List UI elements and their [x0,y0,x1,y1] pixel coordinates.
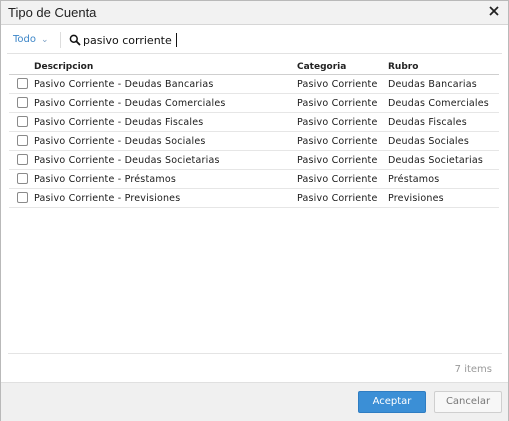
table-row[interactable]: Pasivo Corriente - Deudas Societarias Pa… [9,151,499,170]
cell-rubro: Previsiones [388,193,444,204]
table-row[interactable]: Pasivo Corriente - Deudas Comerciales Pa… [9,94,499,113]
cell-rubro: Préstamos [388,174,440,185]
cell-description: Pasivo Corriente - Deudas Comerciales [34,98,226,109]
cell-description: Pasivo Corriente - Deudas Sociales [34,136,206,147]
cell-rubro: Deudas Societarias [388,155,484,166]
cell-description: Pasivo Corriente - Deudas Bancarias [34,79,214,90]
dialog-actions: Aceptar Cancelar [1,382,508,421]
results-table: Descripcion Categoria Rubro Pasivo Corri… [9,61,499,208]
accept-button[interactable]: Aceptar [358,391,426,413]
search-input[interactable] [83,31,493,49]
table-row[interactable]: Pasivo Corriente - Deudas Bancarias Pasi… [9,75,499,94]
row-checkbox[interactable] [17,78,28,89]
row-checkbox[interactable] [17,97,28,108]
cancel-button[interactable]: Cancelar [434,391,502,413]
row-checkbox[interactable] [17,173,28,184]
row-checkbox[interactable] [17,116,28,127]
row-checkbox[interactable] [17,135,28,146]
account-type-dialog: Tipo de Cuenta Todo ⌄ Descripcion Categor… [0,0,509,421]
column-header-description[interactable]: Descripcion [34,62,93,72]
close-icon[interactable] [487,4,501,18]
table-row[interactable]: Pasivo Corriente - Deudas Fiscales Pasiv… [9,113,499,132]
cell-description: Pasivo Corriente - Deudas Fiscales [34,117,204,128]
cell-description: Pasivo Corriente - Préstamos [34,174,177,185]
table-header: Descripcion Categoria Rubro [9,61,499,75]
table-row[interactable]: Pasivo Corriente - Deudas Sociales Pasiv… [9,132,499,151]
dialog-title: Tipo de Cuenta [8,5,97,20]
column-header-rubro[interactable]: Rubro [388,62,418,72]
table-row[interactable]: Pasivo Corriente - Previsiones Pasivo Co… [9,189,499,208]
search-icon [69,34,81,46]
column-header-category[interactable]: Categoria [297,62,346,72]
dialog-titlebar: Tipo de Cuenta [1,1,508,25]
cell-category: Pasivo Corriente [297,193,378,204]
cell-category: Pasivo Corriente [297,174,378,185]
row-checkbox[interactable] [17,192,28,203]
cell-category: Pasivo Corriente [297,98,378,109]
row-checkbox[interactable] [17,154,28,165]
scope-dropdown[interactable]: Todo ⌄ [13,34,49,45]
chevron-down-icon: ⌄ [41,35,49,45]
cell-category: Pasivo Corriente [297,117,378,128]
item-count: 7 items [454,364,492,375]
cell-rubro: Deudas Comerciales [388,98,489,109]
cell-category: Pasivo Corriente [297,136,378,147]
table-row[interactable]: Pasivo Corriente - Préstamos Pasivo Corr… [9,170,499,189]
cell-description: Pasivo Corriente - Previsiones [34,193,181,204]
cell-description: Pasivo Corriente - Deudas Societarias [34,155,220,166]
text-cursor [176,33,177,47]
search-bar: Todo ⌄ [7,29,502,54]
scope-label: Todo [13,34,36,45]
cell-category: Pasivo Corriente [297,79,378,90]
list-footer-divider [8,353,502,354]
cell-rubro: Deudas Fiscales [388,117,467,128]
cell-category: Pasivo Corriente [297,155,378,166]
cell-rubro: Deudas Bancarias [388,79,477,90]
search-divider [60,32,61,48]
cell-rubro: Deudas Sociales [388,136,469,147]
